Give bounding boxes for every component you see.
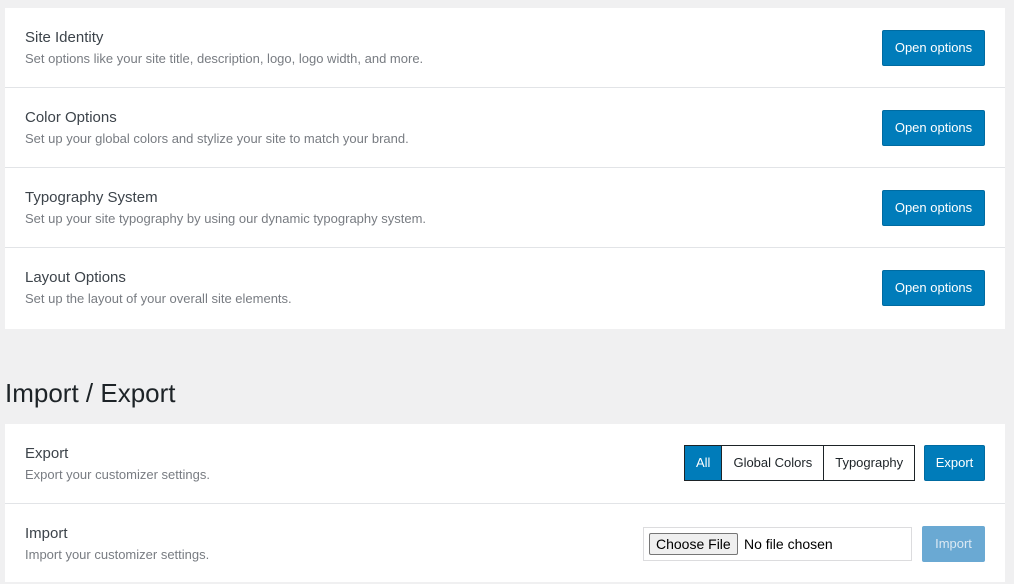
import-export-heading: Import / Export bbox=[5, 378, 176, 408]
option-row-layout-options: Layout Options Set up the layout of your… bbox=[5, 248, 1005, 328]
open-options-button-color-options[interactable]: Open options bbox=[882, 110, 985, 146]
export-description: Export your customizer settings. bbox=[25, 467, 210, 482]
option-description: Set up the layout of your overall site e… bbox=[25, 291, 292, 306]
open-options-button-typography-system[interactable]: Open options bbox=[882, 190, 985, 226]
import-row: Import Import your customizer settings. … bbox=[5, 504, 1005, 584]
option-title: Layout Options bbox=[25, 269, 126, 286]
import-export-panel: Export Export your customizer settings. … bbox=[5, 424, 1005, 582]
import-button: Import bbox=[922, 526, 985, 562]
export-filter-group: All Global Colors Typography bbox=[684, 445, 916, 481]
export-filter-all[interactable]: All bbox=[685, 446, 722, 480]
import-title: Import bbox=[25, 525, 68, 542]
export-filter-global-colors[interactable]: Global Colors bbox=[721, 446, 824, 480]
option-row-typography-system: Typography System Set up your site typog… bbox=[5, 168, 1005, 248]
option-description: Set up your site typography by using our… bbox=[25, 211, 427, 226]
option-row-color-options: Color Options Set up your global colors … bbox=[5, 88, 1005, 168]
export-button[interactable]: Export bbox=[924, 445, 985, 481]
import-file-input: Choose File No file chosen bbox=[643, 527, 912, 561]
option-description: Set up your global colors and stylize yo… bbox=[25, 131, 409, 146]
export-row: Export Export your customizer settings. … bbox=[5, 424, 1005, 504]
open-options-button-site-identity[interactable]: Open options bbox=[882, 30, 985, 66]
choose-file-button[interactable]: Choose File bbox=[649, 533, 738, 555]
option-title: Site Identity bbox=[25, 29, 104, 46]
option-title: Typography System bbox=[25, 189, 158, 206]
option-title: Color Options bbox=[25, 109, 117, 126]
export-filter-typography[interactable]: Typography bbox=[823, 446, 915, 480]
options-panel: Site Identity Set options like your site… bbox=[5, 8, 1005, 329]
option-description: Set options like your site title, descri… bbox=[25, 51, 424, 66]
open-options-button-layout-options[interactable]: Open options bbox=[882, 270, 985, 306]
import-description: Import your customizer settings. bbox=[25, 547, 210, 562]
file-status-text: No file chosen bbox=[744, 536, 833, 552]
export-title: Export bbox=[25, 445, 69, 462]
option-row-site-identity: Site Identity Set options like your site… bbox=[5, 8, 1005, 88]
